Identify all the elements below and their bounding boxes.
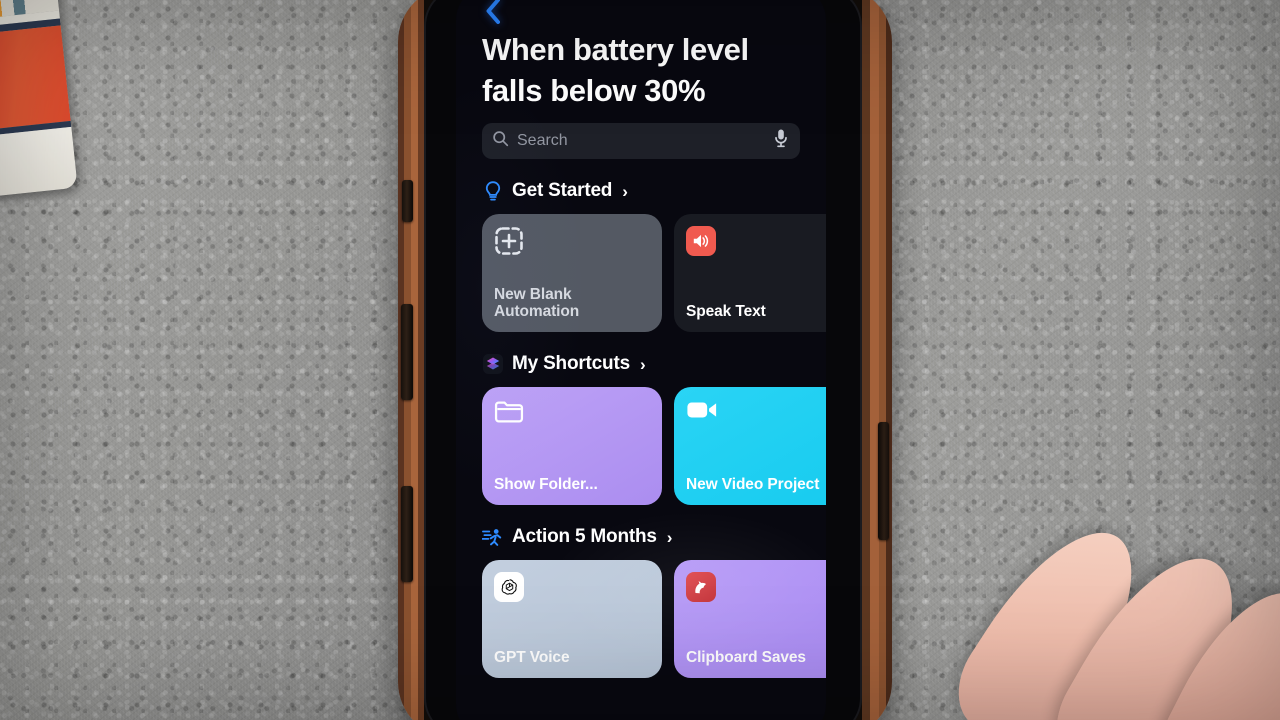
video-camera-icon <box>686 399 826 426</box>
shortcuts-app-icon <box>482 353 504 375</box>
card-label: Clipboard Saves <box>686 648 806 666</box>
running-person-icon <box>482 526 504 548</box>
section-title: My Shortcuts <box>512 353 630 375</box>
microphone-icon[interactable] <box>774 129 788 154</box>
card-label: New Video Project <box>686 475 820 493</box>
chatgpt-icon <box>494 572 524 603</box>
card-row-get-started[interactable]: New Blank Automation Speak Text <box>482 214 826 333</box>
page-title: When battery level falls below 30% <box>482 32 749 108</box>
hand-shadow <box>950 530 1280 720</box>
bear-app-icon <box>686 572 716 603</box>
power-button[interactable] <box>878 422 889 540</box>
card-new-blank-automation[interactable]: New Blank Automation <box>482 214 662 333</box>
lightbulb-icon <box>482 180 504 202</box>
card-row-action-5-months[interactable]: GPT Voice Clipboard Saves <box>482 560 826 679</box>
section-header-action-5-months[interactable]: Action 5 Months › <box>482 523 800 551</box>
shortcuts-app: When battery level falls below 30% Searc… <box>456 0 826 720</box>
scene: When battery level falls below 30% Searc… <box>0 0 1280 720</box>
chevron-right-icon: › <box>639 354 646 374</box>
volume-down-button[interactable] <box>401 486 413 582</box>
folder-icon <box>494 399 650 428</box>
phone: When battery level falls below 30% Searc… <box>398 0 892 720</box>
section-get-started: Get Started › New Blank Automation Speak… <box>482 177 826 333</box>
search-input[interactable]: Search <box>482 123 800 160</box>
card-row-my-shortcuts[interactable]: Show Folder... New Video Project <box>482 387 826 506</box>
mute-switch[interactable] <box>402 180 413 222</box>
search-placeholder: Search <box>517 132 568 150</box>
card-speak-text[interactable]: Speak Text <box>674 214 826 333</box>
section-title: Action 5 Months <box>512 526 657 548</box>
card-gpt-voice[interactable]: GPT Voice <box>482 560 662 679</box>
card-label: New Blank Automation <box>494 285 580 320</box>
card-new-video-project[interactable]: New Video Project <box>674 387 826 506</box>
magnifier-icon <box>492 130 509 152</box>
phone-screen: When battery level falls below 30% Searc… <box>456 0 826 720</box>
dashed-square-plus-icon <box>494 226 650 261</box>
chevron-right-icon: › <box>666 527 673 547</box>
volume-up-button[interactable] <box>401 304 413 400</box>
back-button[interactable] <box>478 0 508 30</box>
card-label: Show Folder... <box>494 475 598 493</box>
section-header-my-shortcuts[interactable]: My Shortcuts › <box>482 350 800 378</box>
card-clipboard-saves[interactable]: Clipboard Saves <box>674 560 826 679</box>
phone-bezel: When battery level falls below 30% Searc… <box>424 0 862 720</box>
section-action-5-months: Action 5 Months › GPT Voice Clipboard Sa… <box>482 523 826 679</box>
section-header-get-started[interactable]: Get Started › <box>482 177 800 205</box>
card-label: Speak Text <box>686 302 766 320</box>
chevron-right-icon: › <box>622 181 628 201</box>
speaker-wave-icon <box>686 226 716 257</box>
card-label: GPT Voice <box>494 648 570 666</box>
section-title: Get Started <box>512 180 613 202</box>
chevron-left-icon <box>485 0 502 30</box>
card-show-folder[interactable]: Show Folder... <box>482 387 662 506</box>
section-my-shortcuts: My Shortcuts › Show Folder... New Video … <box>482 350 826 506</box>
